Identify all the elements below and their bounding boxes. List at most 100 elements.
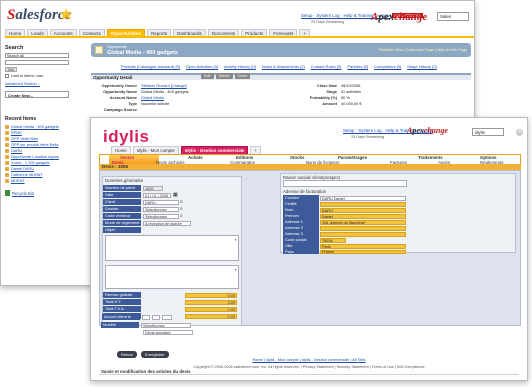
objet-textarea[interactable]: ▼	[105, 235, 239, 261]
related-link[interactable]: Contact Roles [0]	[311, 64, 342, 69]
row-numero-piece: Numéro de pièce 1005	[103, 185, 163, 191]
code-postal-field[interactable]: 75016	[320, 237, 346, 243]
contact-icon	[5, 173, 9, 177]
go-button[interactable]: Go!	[5, 67, 17, 72]
limit-items-checkbox[interactable]: Limit to items I own	[5, 74, 69, 78]
edit-button[interactable]: Edit	[201, 73, 214, 79]
tab-accounts[interactable]: Accounts	[49, 29, 77, 36]
vendeur-select[interactable]: Sélectionnez	[143, 213, 179, 219]
accord-month[interactable]	[152, 314, 160, 320]
limit-items-label: Limit to items I own	[11, 74, 44, 78]
tab-opportunities[interactable]: Opportunities	[106, 29, 145, 36]
retour-button[interactable]: Retour	[117, 351, 138, 358]
row-pays: Pays France	[283, 249, 406, 254]
row-client: Client DARU ⌕	[103, 199, 183, 205]
accord-day[interactable]	[142, 314, 150, 320]
row-date: Date 01 / 01 / 2006 ▦	[103, 192, 178, 198]
footer-links[interactable]: Home | Idylis - Mon compte | Idylis - Ge…	[91, 358, 527, 362]
menu-stocks[interactable]: Stocks	[290, 155, 304, 160]
detail-buttons: Edit Delete Clone	[201, 73, 251, 79]
page-help-links[interactable]: Printable View | Customize Page | Help f…	[379, 48, 467, 52]
search-scope-select[interactable]: Search All	[5, 53, 69, 58]
account-icon	[5, 179, 9, 183]
related-link[interactable]: Open Activities [0]	[186, 64, 218, 69]
row-remise-globale: Remise globale 0.00	[103, 292, 237, 298]
tab-documents[interactable]: Documents	[207, 29, 240, 36]
delete-button[interactable]: Delete	[215, 73, 233, 79]
checkbox-icon[interactable]	[5, 74, 9, 78]
ville-field[interactable]: Paris	[320, 243, 406, 249]
search-icon[interactable]: ⌕	[180, 206, 183, 212]
related-link[interactable]: Stage History [0]	[407, 64, 437, 69]
prenom-field[interactable]: Daniel	[320, 213, 406, 219]
remise-field[interactable]: 0.00	[185, 292, 237, 298]
copyright: Copyright © 2000-2006 salesforce.com, in…	[193, 365, 425, 369]
tab-home[interactable]: Home	[5, 29, 26, 36]
close-icon[interactable]: x	[516, 129, 523, 136]
recent-items-list: Global Media - 400 gadgets RPNE OPP Vert…	[5, 124, 69, 184]
nom-field[interactable]: DARU	[320, 207, 406, 213]
calendar-icon[interactable]: ▦	[173, 192, 178, 198]
search-icon[interactable]: ⌕	[180, 213, 183, 219]
tab-contacts[interactable]: Contacts	[78, 29, 105, 36]
row-objet: Objet	[103, 227, 141, 233]
related-link[interactable]: Produits (Catalogue standard) [0]	[121, 64, 180, 69]
total-ttc-field: 0.00	[185, 313, 237, 319]
notes-textarea[interactable]: ▼	[105, 265, 239, 289]
menu-parametrages[interactable]: Paramétrages	[338, 155, 367, 160]
articles-table-header	[99, 374, 519, 380]
search-icon[interactable]: ⌕	[180, 199, 183, 205]
module-menu: Ventes Achats Editions Stocks Paramétrag…	[99, 154, 521, 165]
recent-item[interactable]: MURAT	[5, 178, 69, 184]
opportunity-icon	[95, 46, 103, 54]
raison-sociale-field[interactable]	[283, 180, 407, 187]
devis-form-area: Données générales Numéro de pièce 1005 Da…	[99, 170, 521, 326]
related-link[interactable]: Notes & Attachments [2]	[262, 64, 305, 69]
related-link[interactable]: Competitors [0]	[374, 64, 401, 69]
pays-field[interactable]: France	[320, 249, 406, 254]
tab-add[interactable]: +	[299, 29, 311, 36]
tab-forecasts[interactable]: Forecasts	[269, 29, 298, 36]
clone-button[interactable]: Clone	[234, 73, 251, 79]
tab-leads[interactable]: Leads	[27, 29, 48, 36]
recent-items-title: Recent Items	[5, 116, 37, 122]
scroll-arrow-icon[interactable]: ▼	[234, 238, 237, 242]
recycle-bin-icon	[5, 190, 10, 196]
tab-products[interactable]: Products	[241, 29, 268, 36]
advanced-search-link[interactable]: Advanced Search...	[5, 81, 69, 86]
modele-select[interactable]: Sélectionnez	[141, 322, 191, 328]
related-link[interactable]: Partners [0]	[347, 64, 368, 69]
contact-select[interactable]: DARU Daniel	[320, 195, 406, 201]
modele-default-select[interactable]: Devis standard	[143, 329, 193, 335]
days-remaining: 25 Days Remaining	[311, 20, 345, 24]
mode-reglement-select[interactable]: A réception de facture	[143, 220, 191, 226]
billing-title: Adresse de facturation	[283, 189, 326, 194]
tab-reports[interactable]: Reports	[146, 29, 172, 36]
recycle-bin-link[interactable]: Recycle Bin	[5, 190, 69, 196]
related-link[interactable]: Activity History [0]	[224, 64, 256, 69]
create-new-select[interactable]: Create New...	[5, 91, 69, 98]
client-select[interactable]: DARU	[143, 199, 179, 205]
adresse1-field[interactable]: 116, avenue du Maréchal	[320, 219, 406, 225]
date-field[interactable]: 01 / 01 / 2006	[143, 192, 171, 198]
opportunity-icon	[5, 161, 9, 165]
accord-year[interactable]	[162, 314, 172, 320]
scroll-arrow-icon[interactable]: ▼	[234, 268, 237, 272]
tab-dashboards[interactable]: Dashboards	[173, 29, 206, 36]
total-tva-field: 0.00	[185, 306, 237, 312]
app-select[interactable]: Sales	[437, 12, 469, 21]
adresse2-field[interactable]	[320, 225, 406, 231]
general-data-panel: Données générales Numéro de pièce 1005 Da…	[102, 176, 242, 326]
dossier-select[interactable]: Sélectionnez	[143, 206, 179, 212]
app-select[interactable]: idylis	[472, 128, 504, 136]
row-dossier: Dossier Sélectionnez ⌕	[103, 206, 183, 212]
menu-achats[interactable]: Achats	[188, 155, 203, 160]
main-tabs: Home Leads Accounts Contacts Opportuniti…	[5, 29, 474, 38]
search-input[interactable]	[5, 60, 69, 65]
enregistrer-button[interactable]: Enregistrer	[141, 351, 169, 358]
row-code-vendeur: Code vendeur Sélectionnez ⌕	[103, 213, 183, 219]
civilite-field[interactable]	[320, 201, 406, 207]
row-total-tva: Total T.V.A. 0.00	[103, 306, 237, 312]
numero-piece-field: 1005	[143, 185, 163, 191]
adresse3-field[interactable]	[320, 231, 406, 237]
